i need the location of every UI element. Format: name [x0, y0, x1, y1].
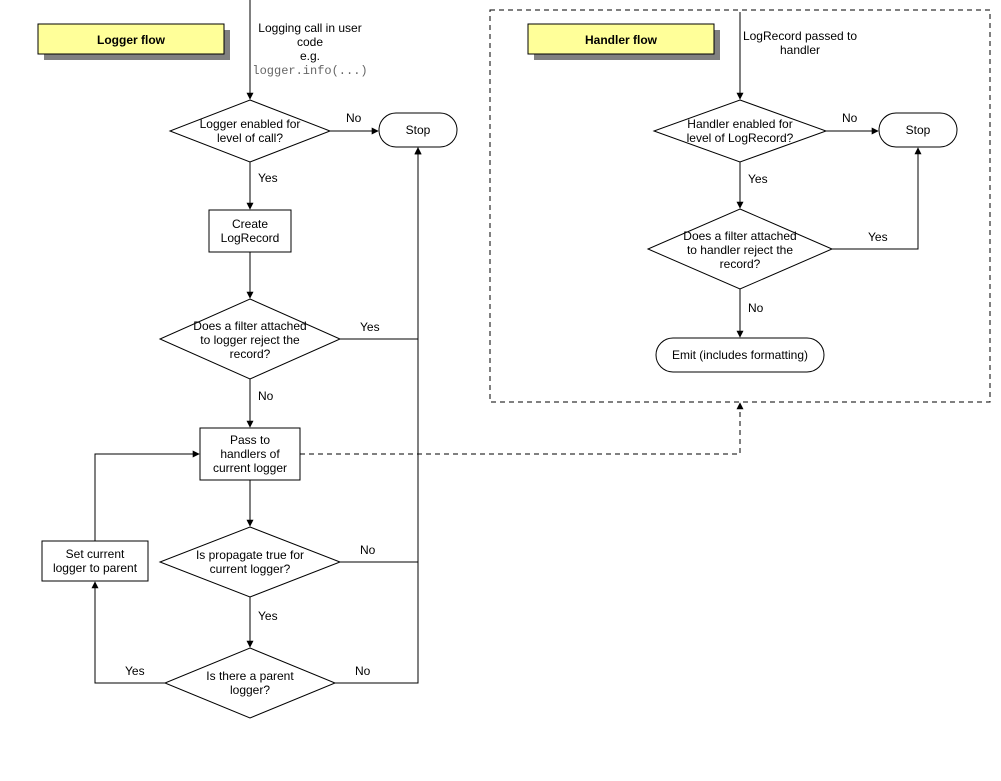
logger-start-label: Logging call in user code e.g. logger.in… — [252, 21, 367, 78]
edge-label-yes: Yes — [258, 609, 278, 623]
handler-stop-text: Stop — [906, 123, 931, 137]
logger-flow-title-text: Logger flow — [97, 33, 166, 47]
svg-text:handlers of: handlers of — [220, 447, 280, 461]
logger-flow-title: Logger flow — [38, 24, 230, 60]
svg-text:handler: handler — [780, 43, 820, 57]
svg-text:e.g.: e.g. — [300, 49, 320, 63]
edge-dashed-to-handler — [300, 403, 740, 454]
svg-text:LogRecord: LogRecord — [221, 231, 280, 245]
edge-label-yes: Yes — [125, 664, 145, 678]
handler-flow-title: Handler flow — [528, 24, 720, 60]
svg-text:Does a filter attached: Does a filter attached — [193, 319, 306, 333]
svg-text:current logger?: current logger? — [210, 562, 291, 576]
svg-text:Create: Create — [232, 217, 268, 231]
edge-label-no: No — [748, 301, 764, 315]
svg-text:Set current: Set current — [66, 547, 125, 561]
handler-start-label: LogRecord passed to handler — [743, 29, 857, 57]
logger-stop-text: Stop — [406, 123, 431, 137]
svg-text:to handler reject the: to handler reject the — [687, 243, 793, 257]
logger-decision-propagate-text: Is propagate true for current logger? — [196, 548, 304, 576]
svg-text:to logger reject the: to logger reject the — [200, 333, 300, 347]
edge-label-yes: Yes — [868, 230, 888, 244]
handler-flow-title-text: Handler flow — [585, 33, 658, 47]
edge — [335, 148, 418, 683]
edge — [340, 148, 418, 562]
svg-text:level of call?: level of call? — [217, 131, 283, 145]
flowchart-svg: Logger flow Handler flow Logging call in… — [0, 0, 1001, 781]
svg-text:Handler enabled for: Handler enabled for — [687, 117, 792, 131]
edge — [95, 454, 199, 541]
handler-decision-level-text: Handler enabled for level of LogRecord? — [687, 117, 794, 145]
svg-text:logger to parent: logger to parent — [53, 561, 138, 575]
edge-label-no: No — [258, 389, 274, 403]
edge-label-yes: Yes — [258, 171, 278, 185]
svg-text:record?: record? — [230, 347, 271, 361]
edge-label-no: No — [346, 111, 362, 125]
svg-text:Logging call in user: Logging call in user — [258, 21, 361, 35]
edge-label-no: No — [355, 664, 371, 678]
edge-label-no: No — [842, 111, 858, 125]
svg-text:LogRecord passed to: LogRecord passed to — [743, 29, 857, 43]
svg-text:Logger enabled for: Logger enabled for — [200, 117, 301, 131]
svg-text:Does a filter attached: Does a filter attached — [683, 229, 796, 243]
svg-text:code: code — [297, 35, 323, 49]
svg-text:record?: record? — [720, 257, 761, 271]
svg-text:Is propagate true for: Is propagate true for — [196, 548, 304, 562]
svg-text:logger.info(...): logger.info(...) — [252, 64, 367, 78]
edge-label-no: No — [360, 543, 376, 557]
svg-text:logger?: logger? — [230, 683, 270, 697]
edge — [340, 148, 418, 339]
edge-label-yes: Yes — [748, 172, 768, 186]
svg-text:level of LogRecord?: level of LogRecord? — [687, 131, 794, 145]
edge-label-yes: Yes — [360, 320, 380, 334]
handler-emit-text: Emit (includes formatting) — [672, 348, 808, 362]
svg-text:Pass to: Pass to — [230, 433, 270, 447]
svg-text:current logger: current logger — [213, 461, 287, 475]
svg-text:Is there a parent: Is there a parent — [206, 669, 294, 683]
